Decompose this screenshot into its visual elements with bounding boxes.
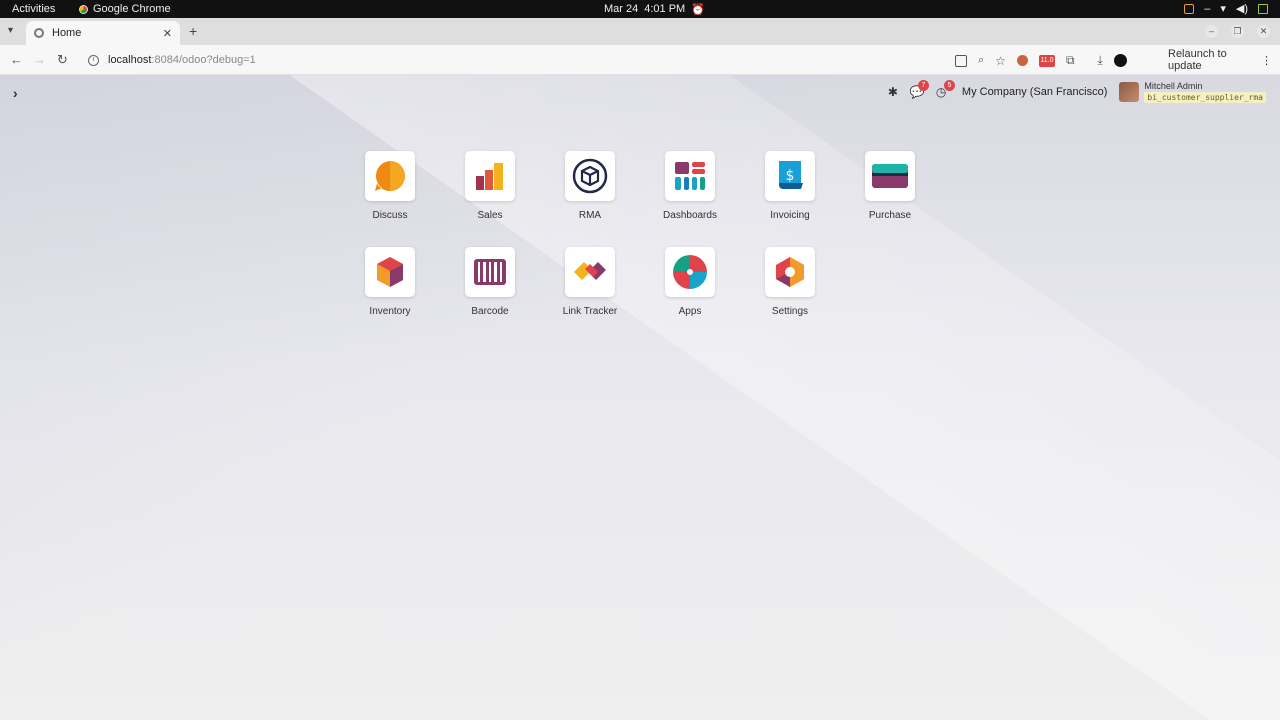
install-app-icon[interactable] (955, 54, 967, 67)
app-settings[interactable]: Settings (740, 247, 840, 317)
screen-share-icon (1184, 3, 1195, 14)
tab-title: Home (52, 27, 82, 39)
extension-odoo-icon[interactable] (1016, 55, 1028, 66)
app-label: Link Tracker (562, 306, 618, 317)
tab-home[interactable]: Home ✕ (26, 21, 180, 45)
messages-badge: 7 (917, 80, 929, 91)
close-window-icon[interactable]: ✕ (1257, 25, 1270, 38)
volume-icon: ◀) (1235, 3, 1248, 15)
activities-button[interactable]: Activities (12, 3, 55, 15)
wifi-icon: ▾ (1220, 3, 1226, 15)
minimize-icon[interactable]: – (1205, 25, 1218, 38)
extensions-icon[interactable]: ⧉ (1066, 53, 1075, 68)
database-name: bi_customer_supplier_rma (1144, 92, 1266, 103)
extension-badge-icon[interactable]: 11.0 (1038, 54, 1055, 67)
app-label: Sales (477, 210, 503, 221)
more-menu-icon[interactable]: ⋮ (1261, 54, 1272, 67)
app-label: Discuss (372, 210, 408, 221)
forward-icon[interactable]: → (33, 52, 46, 67)
battery-icon (1258, 3, 1268, 14)
toolbar-icons: ⌕ ☆ 11.0 ⧉ ⤓ (955, 53, 1127, 68)
relaunch-label: Relaunch to update (1168, 48, 1227, 72)
clock-time: 4:01 PM (644, 3, 686, 15)
bookmark-star-icon[interactable]: ☆ (995, 54, 1006, 68)
app-sales[interactable]: Sales (440, 151, 540, 221)
user-name: Mitchell Admin (1144, 81, 1203, 91)
clock-date: Mar 24 (604, 3, 639, 15)
app-label: Dashboards (663, 210, 717, 221)
app-discuss[interactable]: Discuss (340, 151, 440, 221)
chrome-icon (79, 4, 88, 14)
avatar (1119, 82, 1140, 102)
browser-toolbar: ← → ↻ i localhost:8084/odoo?debug=1 ⌕ ☆ … (0, 45, 1280, 75)
messages-button[interactable]: 💬 7 (910, 80, 929, 99)
app-label: Apps (678, 306, 702, 317)
relaunch-button[interactable]: Relaunch to update ⋮ (1160, 48, 1280, 72)
system-top-bar: Activities Google Chrome Mar 24 4:01 PM … (0, 0, 1280, 18)
download-icon[interactable]: ⤓ (1098, 53, 1103, 68)
close-tab-icon[interactable]: ✕ (163, 27, 172, 40)
tab-strip: ▾ Home ✕ + – ❐ ✕ (0, 18, 1280, 45)
url-path: :8084/odoo?debug=1 (151, 54, 256, 66)
minus-icon: – (1204, 2, 1211, 15)
back-icon[interactable]: ← (10, 52, 23, 67)
url-host: localhost (108, 54, 152, 66)
odoo-home: › ✱ 💬 7 ◷ 5 My Company (San Francisco) M… (0, 75, 1280, 720)
purchase-icon (865, 151, 915, 201)
dashboards-icon (665, 151, 715, 201)
reload-icon[interactable]: ↻ (57, 52, 68, 68)
settings-icon (765, 247, 815, 297)
app-label: Invoicing (770, 210, 810, 221)
company-switcher[interactable]: My Company (San Francisco) (962, 86, 1108, 98)
rma-icon (565, 151, 615, 201)
app-label: RMA (578, 210, 602, 221)
odoo-favicon-icon (34, 28, 44, 38)
app-apps[interactable]: Apps (640, 247, 740, 317)
app-link-tracker[interactable]: Link Tracker (540, 247, 640, 317)
app-rma[interactable]: RMA (540, 151, 640, 221)
clock[interactable]: Mar 24 4:01 PM ⏰ (604, 3, 705, 16)
barcode-icon (465, 247, 515, 297)
site-info-icon[interactable]: i (88, 54, 99, 66)
alarm-icon: ⏰ (691, 4, 705, 16)
chevron-right-icon[interactable]: › (13, 85, 18, 101)
system-tray[interactable]: – ▾ ◀) (1184, 2, 1268, 15)
maximize-icon[interactable]: ❐ (1231, 25, 1244, 38)
invoicing-icon: $ (765, 151, 815, 201)
inventory-icon (365, 247, 415, 297)
discuss-icon (365, 151, 415, 201)
activities-badge: 5 (943, 80, 955, 91)
app-dashboards[interactable]: Dashboards (640, 151, 740, 221)
activities-button-odoo[interactable]: ◷ 5 (936, 80, 955, 99)
app-label: Settings (771, 306, 809, 317)
new-tab-icon[interactable]: + (189, 23, 197, 39)
app-purchase[interactable]: Purchase (840, 151, 940, 221)
app-label: Purchase (868, 210, 912, 221)
address-bar[interactable]: i localhost:8084/odoo?debug=1 (80, 49, 940, 71)
app-label: Inventory (369, 306, 411, 317)
odoo-systray: ✱ 💬 7 ◷ 5 My Company (San Francisco) Mit… (888, 80, 1266, 103)
apps-icon (665, 247, 715, 297)
zoom-icon[interactable]: ⌕ (978, 54, 984, 67)
debug-bug-icon[interactable]: ✱ (888, 85, 898, 99)
user-menu[interactable]: Mitchell Admin bi_customer_supplier_rma (1119, 81, 1266, 103)
tab-search-icon[interactable]: ▾ (8, 25, 20, 37)
app-inventory[interactable]: Inventory (340, 247, 440, 317)
sales-icon (465, 151, 515, 201)
app-barcode[interactable]: Barcode (440, 247, 540, 317)
link-tracker-icon (565, 247, 615, 297)
profile-avatar[interactable] (1113, 54, 1127, 67)
app-label: Barcode (471, 306, 509, 317)
svg-text:$: $ (786, 168, 795, 184)
app-invoicing[interactable]: $ Invoicing (740, 151, 840, 221)
app-menu[interactable]: Google Chrome (79, 3, 171, 15)
app-menu-label: Google Chrome (93, 3, 171, 15)
